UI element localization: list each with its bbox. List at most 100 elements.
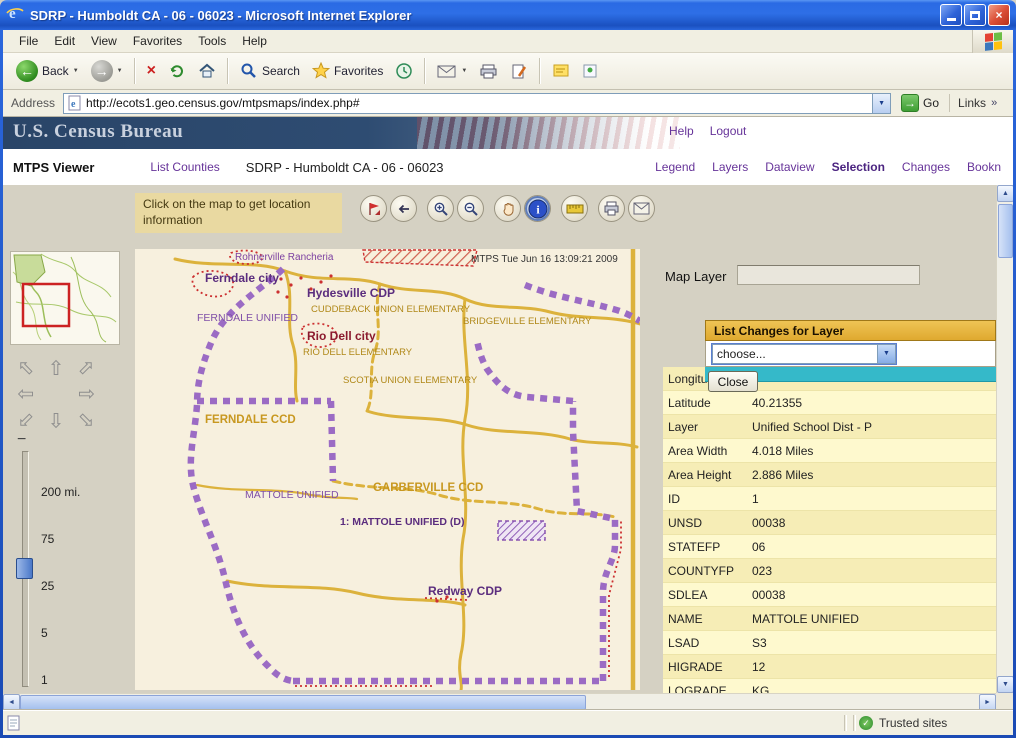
menu-item[interactable]: View	[83, 31, 125, 51]
horizontal-scroll-thumb[interactable]	[20, 695, 586, 710]
header-fade	[508, 117, 1013, 149]
chevron-down-icon[interactable]: ▼	[877, 345, 895, 363]
scroll-left-button[interactable]: ◄	[3, 694, 20, 711]
back-arrow-icon: ←	[16, 60, 38, 82]
menu-item[interactable]: Help	[234, 31, 275, 51]
info-row-label: Area Width	[663, 444, 748, 458]
info-row-value: S3	[748, 636, 767, 650]
vertical-scrollbar[interactable]: ▲ ▼	[996, 185, 1013, 693]
info-row-value: 06	[748, 540, 765, 554]
maximize-button[interactable]	[964, 4, 986, 26]
info-row-value: 2.886 Miles	[748, 468, 813, 482]
menu-item[interactable]: Tools	[190, 31, 234, 51]
scale-labels: 200 mi.752551	[41, 485, 80, 693]
info-row-value: KG	[748, 684, 769, 694]
pan-button[interactable]	[494, 195, 521, 222]
forward-button[interactable]: → ▼	[86, 57, 128, 85]
viewer-nav-link[interactable]: Bookn	[967, 160, 1001, 174]
chevron-down-icon: ▼	[73, 68, 79, 74]
vertical-scroll-thumb[interactable]	[998, 204, 1013, 258]
list-counties-link[interactable]: List Counties	[150, 160, 219, 174]
viewer-nav-link[interactable]: Legend	[655, 160, 695, 174]
info-row-value: 00038	[748, 516, 785, 530]
print-map-button[interactable]	[598, 195, 625, 222]
toolbar-separator	[227, 58, 229, 84]
address-dropdown-button[interactable]: ▼	[872, 94, 890, 113]
zoom-in-icon	[433, 201, 449, 217]
map-canvas[interactable]: Rohnerville RancheriaFerndale cityHydesv…	[135, 249, 640, 690]
info-row-value: Unified School Dist - P	[748, 420, 872, 434]
menu-item[interactable]: File	[11, 31, 46, 51]
toolbar-separator	[424, 58, 426, 84]
pan-north-button[interactable]: ⇧	[41, 355, 71, 381]
census-header: U.S. Census Bureau Help Logout	[3, 117, 1013, 149]
select-marker-button[interactable]	[360, 195, 387, 222]
address-input[interactable]	[86, 95, 868, 112]
address-bar: Address e ▼ → Go Links »	[3, 90, 1013, 117]
email-map-button[interactable]	[628, 195, 655, 222]
status-separator	[853, 715, 856, 731]
map-layer-input[interactable]	[737, 265, 920, 285]
status-bar: ✓ Trusted sites	[3, 710, 1013, 735]
info-row: HIGRADE 12	[663, 655, 996, 679]
scale-slider-handle[interactable]	[16, 558, 33, 579]
info-row-value: 00038	[748, 588, 785, 602]
viewer-nav-link[interactable]: Layers	[712, 160, 748, 174]
changes-layer-select[interactable]: choose... ▼	[712, 344, 896, 364]
go-button[interactable]: → Go	[895, 94, 945, 112]
viewer-nav-link[interactable]: Selection	[832, 160, 885, 174]
page-icon: e	[68, 95, 82, 111]
back-button[interactable]: ← Back ▼	[11, 57, 84, 85]
favorites-button[interactable]: Favorites	[307, 59, 388, 83]
printer-icon	[603, 201, 620, 216]
title-bar[interactable]: e SDRP - Humboldt CA - 06 - 06023 - Micr…	[0, 0, 1016, 30]
stop-button[interactable]: ×	[142, 60, 161, 82]
close-button[interactable]: ×	[988, 4, 1010, 26]
ruler-icon	[566, 202, 584, 216]
pan-pad-center	[41, 381, 71, 407]
horizontal-scrollbar[interactable]: ◄ ►	[3, 693, 996, 710]
zoom-out-button[interactable]	[457, 195, 484, 222]
menu-item[interactable]: Favorites	[125, 31, 190, 51]
scroll-down-button[interactable]: ▼	[997, 676, 1014, 693]
viewer-nav-link[interactable]: Changes	[902, 160, 950, 174]
menu-item[interactable]: Edit	[46, 31, 83, 51]
search-button[interactable]: Search	[235, 59, 305, 83]
map-timestamp: MTPS Tue Jun 16 13:09:21 2009	[471, 254, 618, 265]
print-button[interactable]	[474, 60, 503, 83]
overview-map[interactable]	[10, 251, 120, 345]
links-menu[interactable]: Links »	[949, 94, 1005, 112]
viewer-nav-link[interactable]: Dataview	[765, 160, 814, 174]
previous-extent-button[interactable]	[390, 195, 417, 222]
hand-icon	[500, 201, 516, 217]
map-labels: Rohnerville RancheriaFerndale cityHydesv…	[135, 249, 640, 690]
info-row-value: 023	[748, 564, 772, 578]
logout-link[interactable]: Logout	[710, 124, 747, 138]
messenger-button[interactable]	[577, 60, 603, 82]
info-row: STATEFP 06	[663, 535, 996, 559]
scroll-right-button[interactable]: ►	[979, 694, 996, 711]
list-changes-body: choose... ▼	[705, 341, 996, 367]
info-button[interactable]: i	[524, 195, 551, 222]
zoom-in-button[interactable]	[427, 195, 454, 222]
window-border-left	[0, 30, 3, 738]
scroll-up-button[interactable]: ▲	[997, 185, 1014, 202]
mtps-viewer-bar: MTPS Viewer List Counties SDRP - Humbold…	[3, 149, 1013, 185]
discuss-button[interactable]	[547, 60, 575, 82]
help-link[interactable]: Help	[669, 124, 694, 138]
stop-icon: ×	[147, 63, 156, 79]
minimize-button[interactable]	[940, 4, 962, 26]
mail-button[interactable]: ▼	[432, 60, 472, 82]
search-icon	[240, 62, 258, 80]
edit-button[interactable]	[505, 60, 533, 83]
info-row-value: 4.018 Miles	[748, 444, 813, 458]
measure-button[interactable]	[561, 195, 588, 222]
history-button[interactable]	[390, 59, 418, 83]
info-row: Latitude 40.21355	[663, 391, 996, 415]
content-area: Click on the map to get location informa…	[3, 185, 996, 693]
refresh-button[interactable]	[163, 59, 191, 83]
address-label: Address	[7, 96, 59, 110]
info-row: Layer Unified School Dist - P	[663, 415, 996, 439]
home-button[interactable]	[193, 59, 221, 83]
close-panel-button[interactable]: Close	[708, 371, 758, 392]
